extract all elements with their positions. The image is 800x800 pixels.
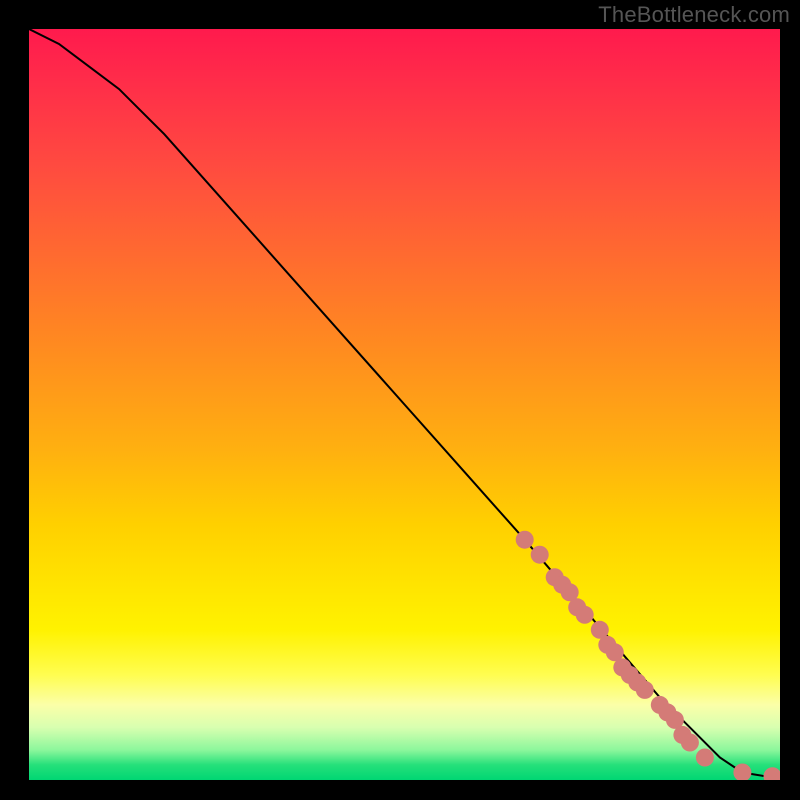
- plot-area: [29, 29, 780, 780]
- data-point: [636, 681, 654, 699]
- data-point: [576, 606, 594, 624]
- curve-layer: [29, 29, 780, 776]
- watermark-text: TheBottleneck.com: [598, 2, 790, 28]
- data-point: [531, 546, 549, 564]
- main-curve: [29, 29, 780, 776]
- data-point: [733, 764, 751, 781]
- data-point: [516, 531, 534, 549]
- chart-frame: TheBottleneck.com: [0, 0, 800, 800]
- data-point: [764, 767, 781, 780]
- data-point: [681, 734, 699, 752]
- chart-svg: [29, 29, 780, 780]
- marker-layer: [516, 531, 780, 780]
- data-point: [696, 749, 714, 767]
